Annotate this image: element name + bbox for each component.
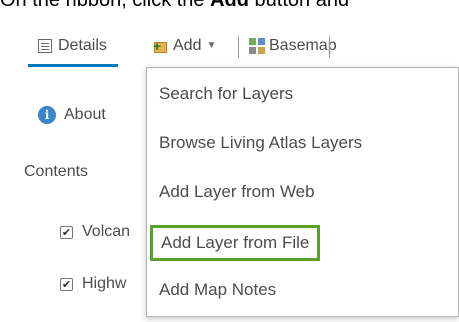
about-button[interactable]: i About	[38, 106, 106, 124]
toolbar-separator	[238, 36, 239, 58]
menu-item-add-layer-from-web[interactable]: Add Layer from Web	[159, 180, 315, 204]
layer-item[interactable]: ✔ Volcan	[60, 223, 130, 241]
details-button[interactable]: Details	[38, 34, 107, 58]
add-button[interactable]: + Add ▼	[153, 34, 216, 58]
checkbox-checked-icon[interactable]: ✔	[60, 277, 73, 291]
info-icon: i	[38, 106, 56, 124]
contents-heading: Contents	[24, 163, 89, 180]
checkbox-checked-icon[interactable]: ✔	[60, 225, 73, 239]
contents-panel: i About Contents ✔ Volcan ✔ Highw	[0, 66, 150, 322]
menu-item-add-layer-from-file[interactable]: Add Layer from File	[150, 225, 321, 261]
basemap-button[interactable]: Basemap	[249, 34, 337, 58]
add-icon: +	[153, 38, 169, 54]
details-icon	[38, 39, 52, 53]
layer-label: Volcan	[82, 223, 131, 240]
basemap-label: Basemap	[269, 37, 337, 54]
instruction-text: On the ribbon, click the Add button and	[0, 0, 350, 11]
menu-item-add-map-notes[interactable]: Add Map Notes	[159, 278, 276, 302]
layer-label: Highw	[82, 275, 127, 292]
add-label: Add	[173, 37, 202, 54]
ribbon-toolbar: Details + Add ▼ Basemap	[24, 26, 337, 67]
about-label: About	[64, 106, 106, 123]
layer-item[interactable]: ✔ Highw	[60, 275, 126, 293]
menu-item-browse-living-atlas-layers[interactable]: Browse Living Atlas Layers	[159, 131, 362, 155]
toolbar-separator	[329, 36, 330, 58]
menu-item-search-for-layers[interactable]: Search for Layers	[159, 82, 293, 106]
basemap-icon	[249, 38, 265, 54]
caret-down-icon: ▼	[206, 40, 217, 51]
screenshot-root: On the ribbon, click the Add button and …	[0, 0, 459, 322]
add-dropdown-menu: Search for Layers Browse Living Atlas La…	[146, 67, 459, 317]
details-label: Details	[58, 37, 107, 54]
